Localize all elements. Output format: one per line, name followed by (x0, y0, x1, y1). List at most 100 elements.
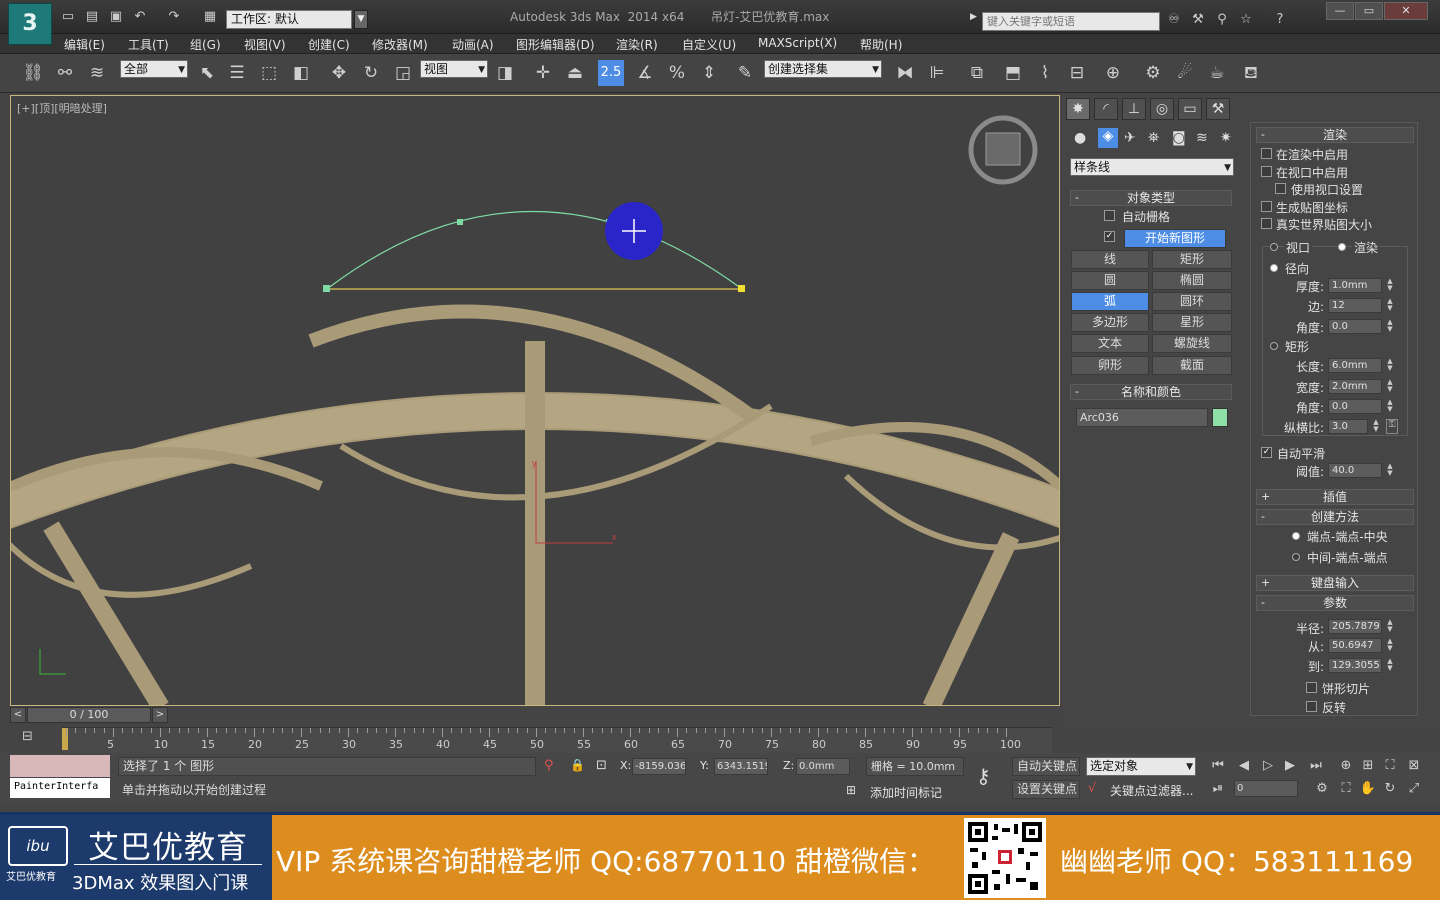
lights-category-icon[interactable]: ✈ (1124, 130, 1136, 146)
auto-key-button[interactable]: 自动关键点 (1012, 757, 1080, 776)
maxscript-listener-pink[interactable] (10, 755, 110, 777)
zoom-icon[interactable]: ⊕ (1336, 756, 1356, 776)
maximize-viewport-icon[interactable]: ⤢ (1404, 779, 1424, 799)
layer-manager-icon[interactable]: ⧉ (964, 60, 990, 86)
menu-maxscript[interactable]: MAXScript(X) (758, 36, 837, 50)
add-time-tag[interactable]: 添加时间标记 (870, 784, 942, 801)
field-of-view-icon[interactable]: ⛶ (1336, 779, 1356, 799)
mirror-icon[interactable]: ⧓ (892, 60, 918, 86)
helix-button[interactable]: 螺旋线 (1152, 334, 1232, 353)
project-folder-icon[interactable]: ▦ (202, 9, 218, 25)
y-coord-input[interactable]: 6343.1519 (714, 758, 768, 775)
zoom-all-icon[interactable]: ⊞ (1358, 756, 1378, 776)
select-manipulate-icon[interactable]: ✛ (530, 60, 556, 86)
search-input[interactable]: 键入关键字或短语 (982, 12, 1160, 31)
star-button[interactable]: 星形 (1152, 313, 1232, 332)
rectangle-button[interactable]: 矩形 (1152, 250, 1232, 269)
time-config-icon[interactable]: ⚙ (1312, 779, 1332, 799)
ellipse-button[interactable]: 椭圆 (1152, 271, 1232, 290)
start-new-shape-checkbox[interactable]: ✓ (1104, 231, 1115, 242)
set-key-icon[interactable]: ⚷ (976, 764, 991, 788)
z-coord-input[interactable]: 0.0mm (796, 758, 850, 775)
workspace-menu-arrow[interactable]: ▼ (354, 10, 368, 29)
orbit-icon[interactable]: ↻ (1380, 779, 1400, 799)
shapes-category-icon[interactable]: ◈ (1098, 128, 1118, 148)
new-file-icon[interactable]: ▭ (60, 9, 76, 25)
maximize-button[interactable]: ▭ (1355, 2, 1383, 20)
redo-icon[interactable]: ↷ (166, 9, 182, 25)
x-coord-input[interactable]: -8159.036 (632, 758, 686, 775)
donut-button[interactable]: 圆环 (1152, 292, 1232, 311)
text-button[interactable]: 文本 (1071, 334, 1149, 353)
help-icon[interactable]: ? (1272, 12, 1288, 28)
workspace-dropdown[interactable]: 工作区: 默认 (226, 10, 352, 29)
menu-animation[interactable]: 动画(A) (452, 36, 494, 53)
key-filters-button[interactable]: 关键点过滤器... (1110, 782, 1193, 799)
pivot-center-icon[interactable]: ◨ (492, 60, 518, 86)
name-color-rollout-header[interactable]: - 名称和颜色 (1070, 384, 1232, 400)
menu-group[interactable]: 组(G) (190, 36, 221, 53)
spinner-snap-icon[interactable]: ⇕ (696, 60, 722, 86)
section-button[interactable]: 截面 (1152, 356, 1232, 375)
geometry-category-icon[interactable]: ● (1074, 130, 1086, 146)
start-new-shape-button[interactable]: 开始新图形 (1124, 229, 1226, 248)
render-iterative-icon[interactable]: ⛾ (1238, 60, 1264, 86)
ngon-button[interactable]: 多边形 (1071, 313, 1149, 332)
command-panel-scroll-area[interactable] (1250, 122, 1418, 716)
go-to-end-icon[interactable]: ⏭ (1306, 756, 1326, 776)
minimize-button[interactable]: — (1326, 2, 1354, 20)
helpers-category-icon[interactable]: ◙ (1172, 130, 1186, 146)
favorites-star-icon[interactable]: ☆ (1238, 12, 1254, 28)
menu-customize[interactable]: 自定义(U) (682, 36, 736, 53)
reference-coord-dropdown[interactable]: 视图 ▼ (420, 60, 488, 78)
rotate-icon[interactable]: ↻ (358, 60, 384, 86)
render-production-icon[interactable]: ☕ (1204, 60, 1230, 86)
egg-button[interactable]: 卵形 (1071, 356, 1149, 375)
object-name-input[interactable]: Arc036 (1076, 408, 1208, 427)
object-type-rollout-header[interactable]: - 对象类型 (1070, 190, 1232, 206)
select-by-name-icon[interactable]: ☰ (224, 60, 250, 86)
zoom-extents-icon[interactable]: ⛶ (1380, 756, 1400, 776)
menu-graph-editors[interactable]: 图形编辑器(D) (516, 36, 595, 53)
curve-editor-icon[interactable]: ⌇ (1032, 60, 1058, 86)
window-crossing-icon[interactable]: ◧ (288, 60, 314, 86)
create-tab-icon[interactable]: ✸ (1066, 98, 1090, 120)
close-button[interactable]: ✕ (1384, 2, 1428, 20)
align-icon[interactable]: ⊫ (924, 60, 950, 86)
menu-create[interactable]: 创建(C) (308, 36, 350, 53)
open-file-icon[interactable]: ▤ (84, 9, 100, 25)
bind-spacewarp-icon[interactable]: ≋ (84, 60, 110, 86)
motion-tab-icon[interactable]: ◎ (1150, 98, 1174, 120)
angle-snap-icon[interactable]: ∡ (632, 60, 658, 86)
maxscript-listener[interactable]: PainterInterfa (10, 778, 110, 798)
key-mode-icon[interactable]: ⏯ (1208, 779, 1228, 799)
schematic-view-icon[interactable]: ⊟ (1064, 60, 1090, 86)
object-color-swatch[interactable] (1212, 408, 1228, 427)
mini-curve-editor-icon[interactable]: ⊟ (22, 729, 33, 744)
edit-named-selection-icon[interactable]: ✎ (732, 60, 758, 86)
time-slider[interactable]: < 0 / 100 > (10, 707, 1062, 725)
shape-type-dropdown[interactable]: 样条线 ▼ (1070, 158, 1234, 176)
utilities-tab-icon[interactable]: ⚒ (1206, 98, 1230, 120)
previous-frame-icon[interactable]: ◀ (1234, 756, 1254, 776)
move-icon[interactable]: ✥ (326, 60, 352, 86)
unlink-icon[interactable]: ⚯ (52, 60, 78, 86)
zoom-extents-all-icon[interactable]: ⊠ (1404, 756, 1424, 776)
selection-lock-icon[interactable]: 🔒 (570, 758, 585, 772)
selection-key-dropdown[interactable]: 选定对象 ▼ (1086, 757, 1196, 776)
next-frame-icon[interactable]: > (152, 707, 168, 723)
track-bar[interactable]: ⊟ 5 10 15 20 25 30 35 40 45 50 55 60 65 70 75 80 85 90 95 1… (10, 727, 1062, 753)
play-icon[interactable]: ▷ (1258, 756, 1278, 776)
menu-rendering[interactable]: 渲染(R) (616, 36, 658, 53)
circle-button[interactable]: 圆 (1071, 271, 1149, 290)
material-editor-icon[interactable]: ⊕ (1100, 60, 1126, 86)
modify-tab-icon[interactable]: ◜ (1094, 98, 1118, 120)
rendered-frame-icon[interactable]: ☄ (1172, 60, 1198, 86)
next-frame-button-icon[interactable]: ▶ (1280, 756, 1300, 776)
top-viewport[interactable]: [+][顶][明暗处理] y x (10, 95, 1060, 706)
communication-icon[interactable]: ⚲ (1214, 12, 1230, 28)
subscription-icon[interactable]: ⚒ (1190, 12, 1206, 28)
set-key-button[interactable]: 设置关键点 (1012, 780, 1080, 799)
named-selection-set-dropdown[interactable]: 创建选择集 ▼ (764, 60, 882, 78)
select-object-icon[interactable]: ⬉ (194, 60, 220, 86)
